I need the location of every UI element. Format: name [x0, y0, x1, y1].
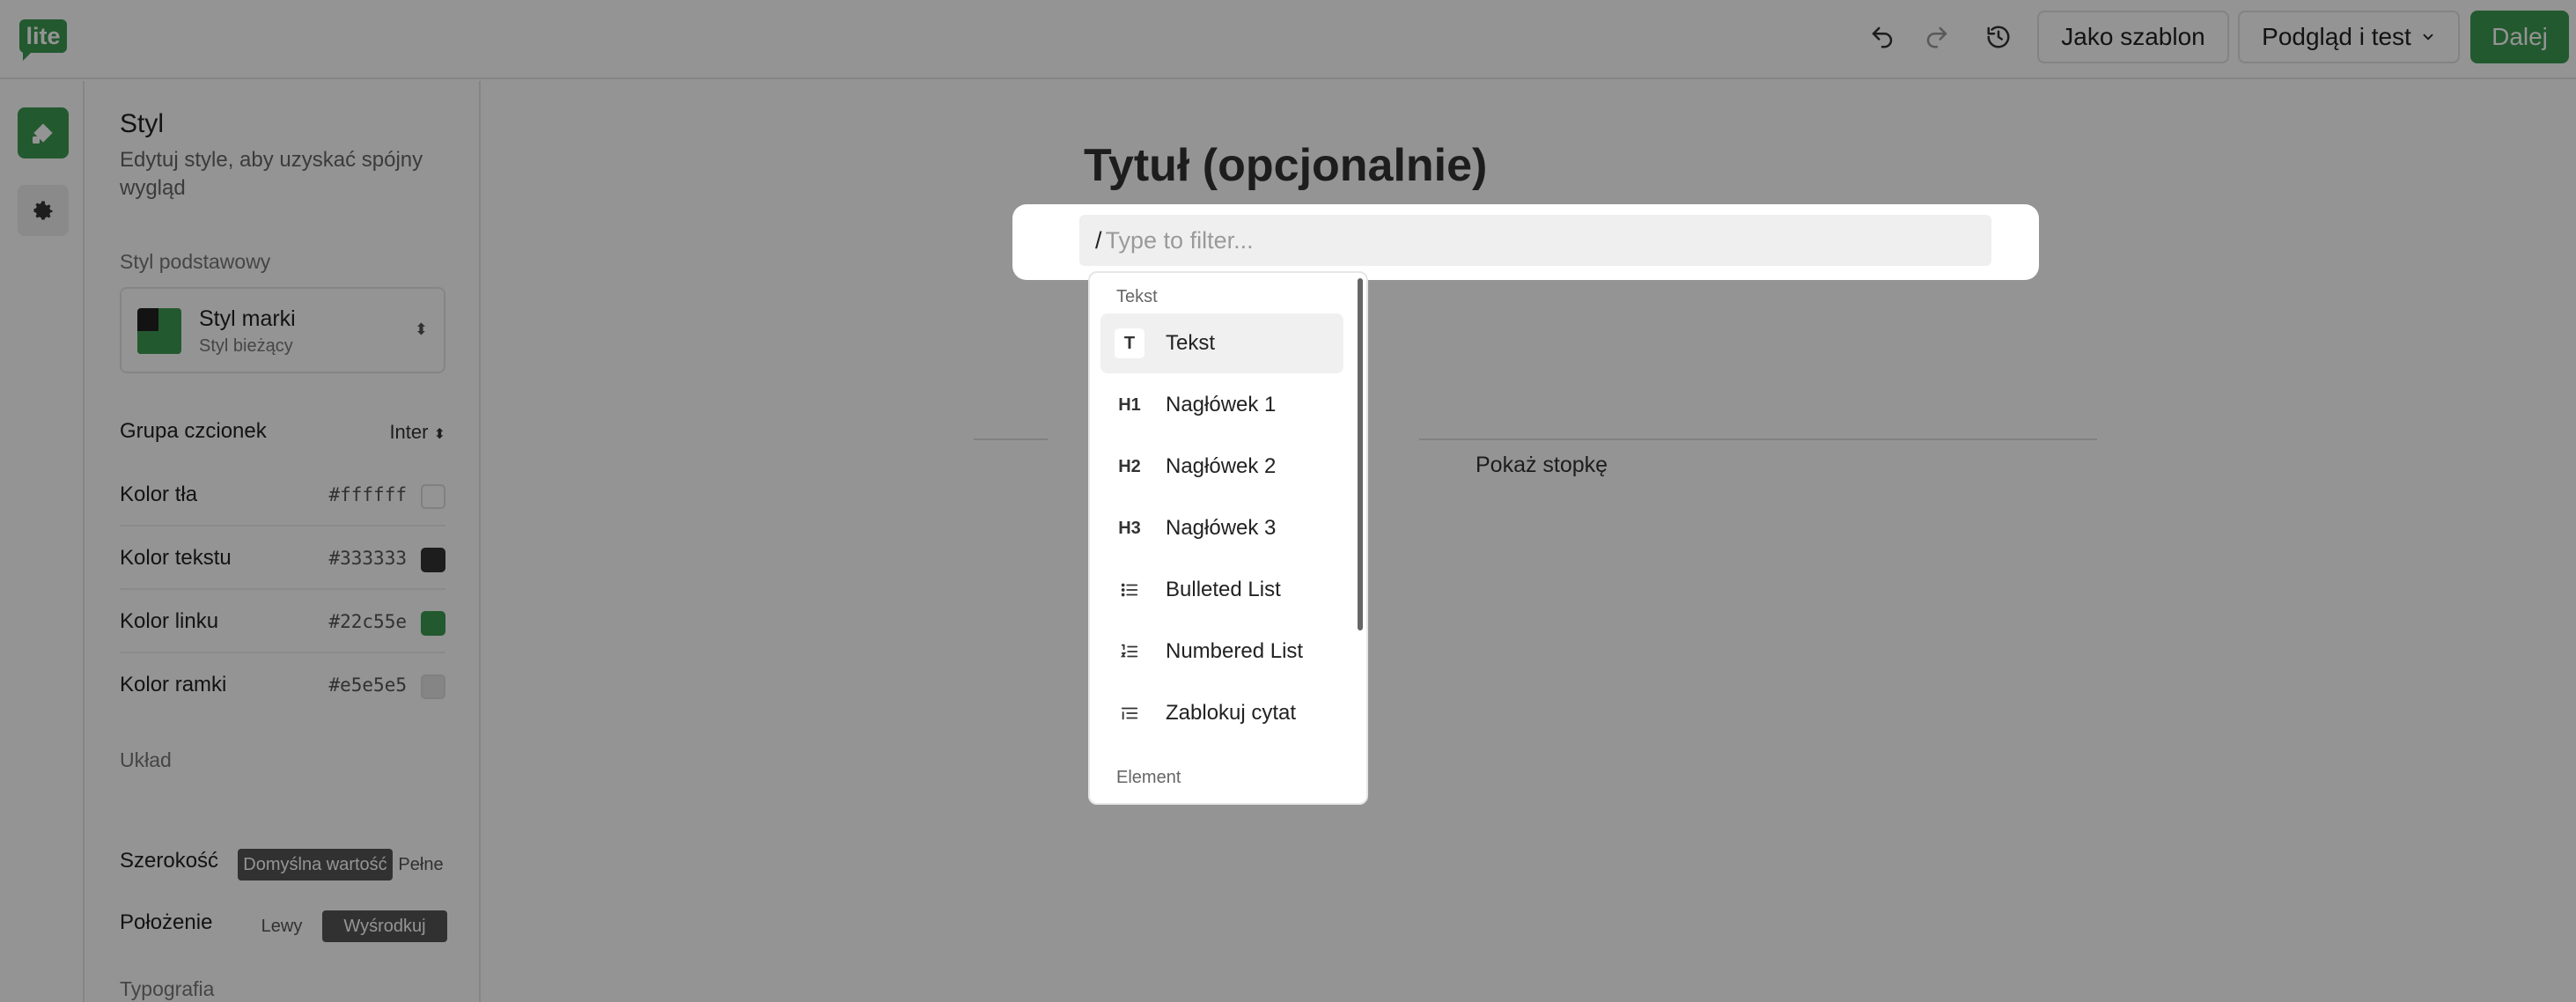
menu-item-blockquote[interactable]: Zablokuj cytat — [1100, 683, 1343, 743]
menu-item-label: Tekst — [1166, 331, 1216, 355]
menu-item-heading-3[interactable]: H3 Nagłówek 3 — [1100, 498, 1343, 558]
menu-item-label: Nagłówek 2 — [1166, 454, 1277, 478]
menu-item-text[interactable]: T Tekst — [1100, 313, 1343, 373]
menu-group-text: Tekst — [1116, 287, 1158, 306]
menu-item-label: Bulleted List — [1166, 578, 1281, 601]
menu-item-heading-2[interactable]: H2 Nagłówek 2 — [1100, 437, 1343, 497]
bulleted-list-icon — [1115, 575, 1144, 605]
command-filter-bar: / Type to filter... — [1012, 204, 2039, 280]
slash-prefix: / — [1095, 226, 1102, 254]
menu-scrollbar[interactable] — [1358, 278, 1363, 630]
heading-1-icon: H1 — [1118, 394, 1141, 415]
filter-placeholder: Type to filter... — [1105, 226, 1254, 254]
text-icon: T — [1115, 328, 1144, 358]
menu-item-label: Nagłówek 3 — [1166, 516, 1277, 540]
menu-item-label: Numbered List — [1166, 639, 1304, 663]
heading-2-icon: H2 — [1118, 456, 1141, 476]
menu-item-label: Zablokuj cytat — [1166, 701, 1297, 725]
block-type-menu: Tekst T Tekst H1 Nagłówek 1 H2 Nagłówek … — [1088, 271, 1368, 805]
menu-item-heading-1[interactable]: H1 Nagłówek 1 — [1100, 375, 1343, 435]
heading-3-icon: H3 — [1118, 518, 1141, 538]
menu-group-element: Element — [1116, 768, 1181, 787]
numbered-list-icon — [1115, 637, 1144, 667]
menu-item-numbered-list[interactable]: Numbered List — [1100, 622, 1343, 682]
filter-input[interactable]: / Type to filter... — [1079, 215, 1991, 266]
menu-item-label: Nagłówek 1 — [1166, 393, 1277, 416]
blockquote-icon — [1115, 698, 1144, 728]
menu-item-bulleted-list[interactable]: Bulleted List — [1100, 560, 1343, 620]
